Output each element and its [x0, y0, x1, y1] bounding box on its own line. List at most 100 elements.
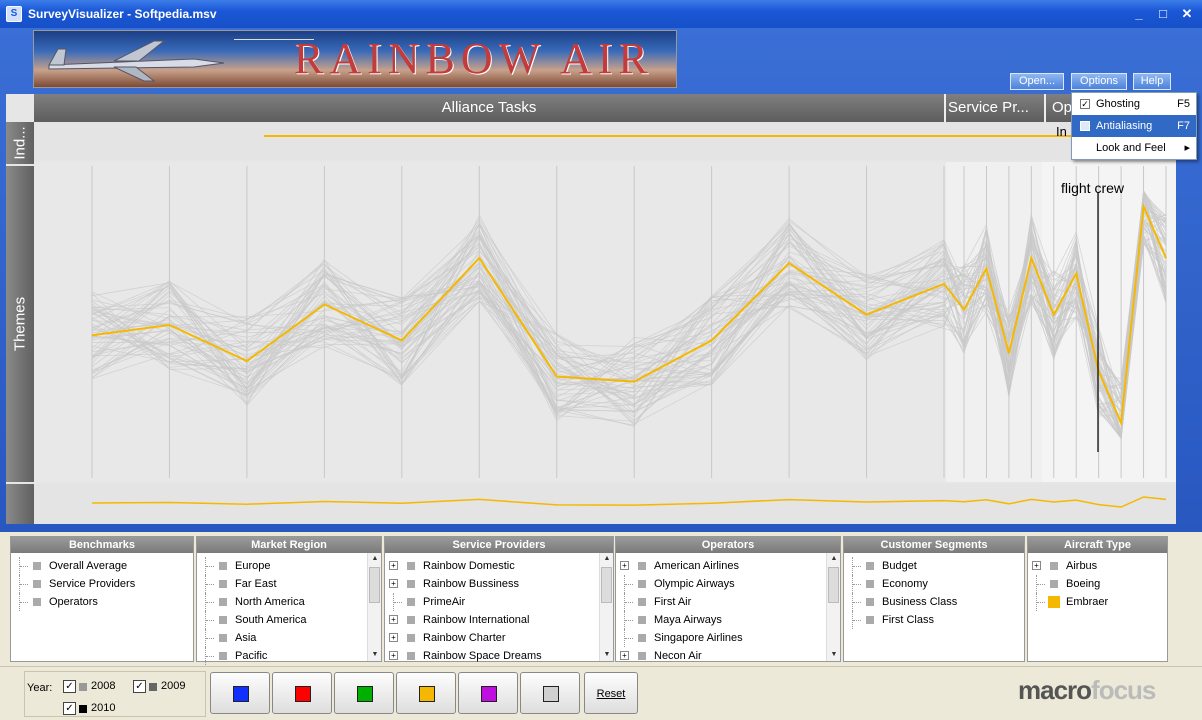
menu-item-ghosting[interactable]: ✓ Ghosting F5 [1072, 93, 1196, 115]
list-item[interactable]: Maya Airways [616, 611, 840, 629]
panel-aircraft-type: Aircraft Type + Airbus Boeing Embraer [1027, 536, 1168, 662]
bottom-bar: Year: ✓ 2008 ✓ 2009 ✓ 2010 Reset macrofo… [0, 666, 1202, 720]
menu-item-antialiasing[interactable]: Antialiasing F7 [1072, 115, 1196, 137]
expand-icon[interactable]: + [389, 615, 398, 624]
banner-title: RAINBOW AIR [294, 34, 654, 83]
plot-canvas[interactable] [34, 122, 1176, 524]
minimize-button[interactable]: _ [1130, 5, 1148, 23]
year-2010-checkbox[interactable]: ✓ [63, 702, 76, 715]
expand-icon[interactable]: + [1032, 561, 1041, 570]
panel-header[interactable]: Customer Segments [844, 537, 1024, 553]
scrollbar[interactable]: ▲ ▼ [826, 553, 840, 661]
year-2009-checkbox[interactable]: ✓ [133, 680, 146, 693]
scroll-down-icon[interactable]: ▼ [827, 649, 841, 661]
scroll-up-icon[interactable]: ▲ [368, 553, 382, 565]
color-button-1[interactable] [210, 672, 270, 714]
reset-button[interactable]: Reset [584, 672, 638, 714]
scroll-down-icon[interactable]: ▼ [368, 649, 382, 661]
list-item[interactable]: + Rainbow Charter [385, 629, 613, 647]
list-item[interactable]: + Rainbow Space Dreams [385, 647, 613, 665]
header-alliance-tasks[interactable]: Alliance Tasks [34, 94, 946, 122]
list-item[interactable]: Operators [11, 593, 193, 611]
expand-icon[interactable]: + [620, 561, 629, 570]
expand-icon[interactable]: + [389, 633, 398, 642]
color-swatch-icon [407, 616, 415, 624]
panel-header[interactable]: Aircraft Type [1028, 537, 1167, 553]
color-swatch-icon [1050, 580, 1058, 588]
list-item[interactable]: Overall Average [11, 557, 193, 575]
list-item[interactable]: Europe [197, 557, 381, 575]
options-button[interactable]: Options [1071, 73, 1127, 90]
scroll-thumb[interactable] [828, 567, 839, 603]
color-swatch-icon [866, 598, 874, 606]
menu-item-look-and-feel[interactable]: Look and Feel ▸ [1072, 137, 1196, 159]
list-item[interactable]: First Class [844, 611, 1024, 629]
list-item[interactable]: PrimeAir [385, 593, 613, 611]
close-button[interactable]: ✕ [1178, 5, 1196, 23]
panel-benchmarks: Benchmarks Overall Average Service Provide… [10, 536, 194, 662]
list-item[interactable]: South America [197, 611, 381, 629]
list-item[interactable]: + American Airlines [616, 557, 840, 575]
list-item[interactable]: Olympic Airways [616, 575, 840, 593]
help-button[interactable]: Help [1133, 73, 1171, 90]
color-swatch-icon [866, 580, 874, 588]
expand-icon[interactable]: + [389, 579, 398, 588]
list-item[interactable]: + Necon Air [616, 647, 840, 665]
expand-icon[interactable]: + [389, 561, 398, 570]
list-item[interactable]: Business Class [844, 593, 1024, 611]
list-item[interactable]: Pacific [197, 647, 381, 665]
list-item[interactable]: Budget [844, 557, 1024, 575]
color-swatch-icon [219, 598, 227, 606]
panel-header[interactable]: Market Region [197, 537, 381, 553]
side-label-themes[interactable]: Themes [6, 166, 34, 482]
list-item[interactable]: Asia [197, 629, 381, 647]
panel-customer-segments: Customer Segments Budget Economy Business C… [843, 536, 1025, 662]
year-2008-checkbox[interactable]: ✓ [63, 680, 76, 693]
scroll-up-icon[interactable]: ▲ [827, 553, 841, 565]
expand-icon[interactable]: + [389, 651, 398, 660]
maximize-button[interactable]: □ [1154, 5, 1172, 23]
parallel-coordinates-plot: Alliance Tasks Service Pr... Op Ind... T… [6, 94, 1176, 524]
antialiasing-checkbox[interactable] [1080, 121, 1090, 131]
list-item[interactable]: Far East [197, 575, 381, 593]
color-swatch-icon [407, 580, 415, 588]
highlight-label: flight crew [1061, 180, 1125, 196]
color-button-4[interactable] [396, 672, 456, 714]
side-label-bottom[interactable] [6, 484, 34, 524]
list-item[interactable]: Embraer [1028, 593, 1167, 611]
scroll-down-icon[interactable]: ▼ [600, 649, 614, 661]
window-title: SurveyVisualizer - Softpedia.msv [28, 7, 217, 21]
color-button-5[interactable] [458, 672, 518, 714]
scroll-up-icon[interactable]: ▲ [600, 553, 614, 565]
color-swatch-icon [419, 686, 435, 702]
list-item[interactable]: Service Providers [11, 575, 193, 593]
scroll-thumb[interactable] [369, 567, 380, 603]
list-item[interactable]: + Airbus [1028, 557, 1167, 575]
color-button-6[interactable] [520, 672, 580, 714]
panel-header[interactable]: Benchmarks [11, 537, 193, 553]
list-item[interactable]: First Air [616, 593, 840, 611]
scrollbar[interactable]: ▲ ▼ [367, 553, 381, 661]
scrollbar[interactable]: ▲ ▼ [599, 553, 613, 661]
header-service-providers[interactable]: Service Pr... [946, 94, 1046, 122]
scroll-thumb[interactable] [601, 567, 612, 603]
list-item[interactable]: + Rainbow Bussiness [385, 575, 613, 593]
panel-header[interactable]: Operators [616, 537, 840, 553]
color-swatch-icon [1050, 562, 1058, 570]
color-swatch-icon [638, 634, 646, 642]
ghosting-checkbox[interactable]: ✓ [1080, 99, 1090, 109]
color-button-3[interactable] [334, 672, 394, 714]
open-button[interactable]: Open... [1010, 73, 1064, 90]
panel-operators: Operators + American Airlines Olympic Airwa… [615, 536, 841, 662]
list-item[interactable]: Boeing [1028, 575, 1167, 593]
list-item[interactable]: North America [197, 593, 381, 611]
color-button-2[interactable] [272, 672, 332, 714]
color-swatch-icon [33, 598, 41, 606]
list-item[interactable]: + Rainbow Domestic [385, 557, 613, 575]
list-item[interactable]: Economy [844, 575, 1024, 593]
expand-icon[interactable]: + [620, 651, 629, 660]
side-label-ind[interactable]: Ind... [6, 122, 34, 164]
list-item[interactable]: Singapore Airlines [616, 629, 840, 647]
panel-header[interactable]: Service Providers [385, 537, 613, 553]
list-item[interactable]: + Rainbow International [385, 611, 613, 629]
